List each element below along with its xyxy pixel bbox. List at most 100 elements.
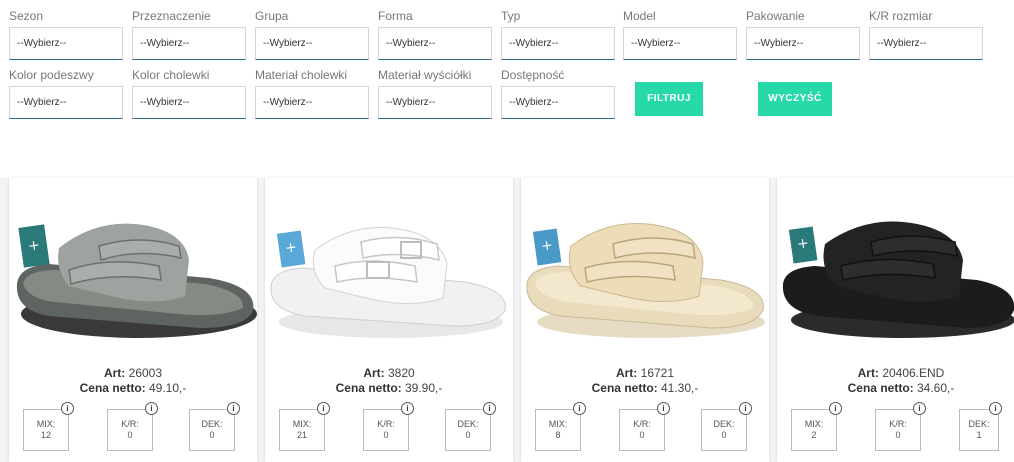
art-label: Art: [103,366,126,380]
mix-value: 12 [40,430,51,440]
filter-kolor-cholewki: Kolor cholewki --Wybierz-- [132,68,248,119]
product-card[interactable]: + Art: 26003 Cena netto: 49.10,- MIX: 12… [9,178,257,462]
dek-box: DEK: 0 i [445,402,496,451]
product-grid: + Art: 26003 Cena netto: 49.10,- MIX: 12… [0,178,1014,462]
product-photo-black-slipper[interactable]: + [777,186,1014,356]
art-label: Art: [615,366,638,380]
filter-label: Materiał cholewki [255,68,348,82]
mix-value: 2 [811,430,817,440]
dek-box: DEK: 0 i [189,402,240,451]
filter-label: Materiał wyściółki [378,68,472,82]
product-photo-white-slipper[interactable]: + [265,186,513,356]
filter-label: K/R rozmiar [869,9,933,23]
dek-value: 1 [976,430,982,440]
info-icon[interactable]: i [317,402,330,415]
filter-typ: Typ --Wybierz-- [501,9,617,60]
model-select[interactable]: --Wybierz-- [623,27,737,60]
kolor-cholewki-select[interactable]: --Wybierz-- [132,86,246,119]
info-icon[interactable]: i [739,402,752,415]
info-icon[interactable]: i [573,402,586,415]
filter-label: Kolor podeszwy [9,68,94,82]
grupa-select[interactable]: --Wybierz-- [255,27,369,60]
art-number: 16721 [640,366,675,380]
filter-grupa: Grupa --Wybierz-- [255,9,371,60]
kr-label: K/R: [633,419,651,429]
mix-label: MIX: [36,419,56,429]
dek-label: DEK: [201,419,223,429]
art-label: Art: [857,366,879,380]
mix-value: 8 [555,430,561,440]
sezon-select[interactable]: --Wybierz-- [9,27,123,60]
art-number: 26003 [128,366,163,380]
filter-kolor-podeszwy: Kolor podeszwy --Wybierz-- [9,68,125,119]
filter-label: Grupa [255,9,289,23]
price-label: Cena netto: [847,381,914,395]
mix-value: 21 [296,430,307,440]
przeznaczenie-select[interactable]: --Wybierz-- [132,27,246,60]
filter-label: Dostępność [501,68,565,82]
filter-label: Sezon [9,9,44,23]
filter-material-cholewki: Materiał cholewki --Wybierz-- [255,68,371,119]
product-price: Cena netto: 49.10,- [9,381,257,395]
dek-label: DEK: [457,419,479,429]
product-card[interactable]: + Art: 20406.END Cena netto: 34.60,- MIX… [777,178,1014,462]
info-icon[interactable]: i [227,402,240,415]
mix-box: MIX: 12 i [23,402,74,451]
info-icon[interactable]: i [401,402,414,415]
dek-label: DEK: [968,419,990,429]
kr-value: 0 [639,430,645,440]
filter-kr-rozmiar: K/R rozmiar --Wybierz-- [869,9,985,60]
svg-text:+: + [27,237,41,254]
dek-value: 0 [465,430,471,440]
info-icon[interactable]: i [829,402,842,415]
typ-select[interactable]: --Wybierz-- [501,27,615,60]
kr-box: K/R: 0 i [107,402,158,451]
svg-text:+: + [284,239,298,256]
pakowanie-select[interactable]: --Wybierz-- [746,27,860,60]
filter-button[interactable]: FILTRUJ [635,82,703,116]
product-card[interactable]: + Art: 3820 Cena netto: 39.90,- MIX: 21 … [265,178,513,462]
kr-value: 0 [127,430,133,440]
info-icon[interactable]: i [913,402,926,415]
filter-pakowanie: Pakowanie --Wybierz-- [746,9,862,60]
dostepnosc-select[interactable]: --Wybierz-- [501,86,615,119]
forma-select[interactable]: --Wybierz-- [378,27,492,60]
product-art: Art: 26003 [9,366,257,380]
product-price: Cena netto: 39.90,- [265,381,513,395]
svg-text:+: + [796,235,810,252]
kr-label: K/R: [889,419,907,429]
price-label: Cena netto: [591,381,658,395]
info-icon[interactable]: i [61,402,74,415]
kr-rozmiar-select[interactable]: --Wybierz-- [869,27,983,60]
product-art: Art: 20406.END [777,366,1014,380]
clear-button[interactable]: WYCZYŚĆ [758,82,832,116]
kr-box: K/R: 0 i [363,402,414,451]
filter-forma: Forma --Wybierz-- [378,9,494,60]
filter-dostepnosc: Dostępność --Wybierz-- [501,68,617,119]
filter-label: Przeznaczenie [132,9,211,23]
product-price: Cena netto: 41.30,- [521,381,769,395]
dek-box: DEK: 1 i [959,402,1002,451]
filter-label: Kolor cholewki [132,68,210,82]
kolor-podeszwy-select[interactable]: --Wybierz-- [9,86,123,119]
material-wysciolki-select[interactable]: --Wybierz-- [378,86,492,119]
dek-value: 0 [721,430,727,440]
filter-label: Model [623,9,656,23]
filter-label: Typ [501,9,521,23]
info-icon[interactable]: i [145,402,158,415]
mix-label: MIX: [548,419,568,429]
mix-box: MIX: 8 i [535,402,586,451]
product-photo-beige-slipper[interactable]: + [521,186,769,356]
product-photo-grey-slipper[interactable]: + [9,186,257,356]
svg-text:+: + [540,237,554,254]
product-card[interactable]: + Art: 16721 Cena netto: 41.30,- MIX: 8 … [521,178,769,462]
kr-box: K/R: 0 i [619,402,670,451]
price-value: 41.30,- [660,381,699,395]
info-icon[interactable]: i [483,402,496,415]
material-cholewki-select[interactable]: --Wybierz-- [255,86,369,119]
product-price: Cena netto: 34.60,- [777,381,1014,395]
art-number: 3820 [387,366,415,380]
info-icon[interactable]: i [989,402,1002,415]
kr-value: 0 [895,430,901,440]
info-icon[interactable]: i [657,402,670,415]
